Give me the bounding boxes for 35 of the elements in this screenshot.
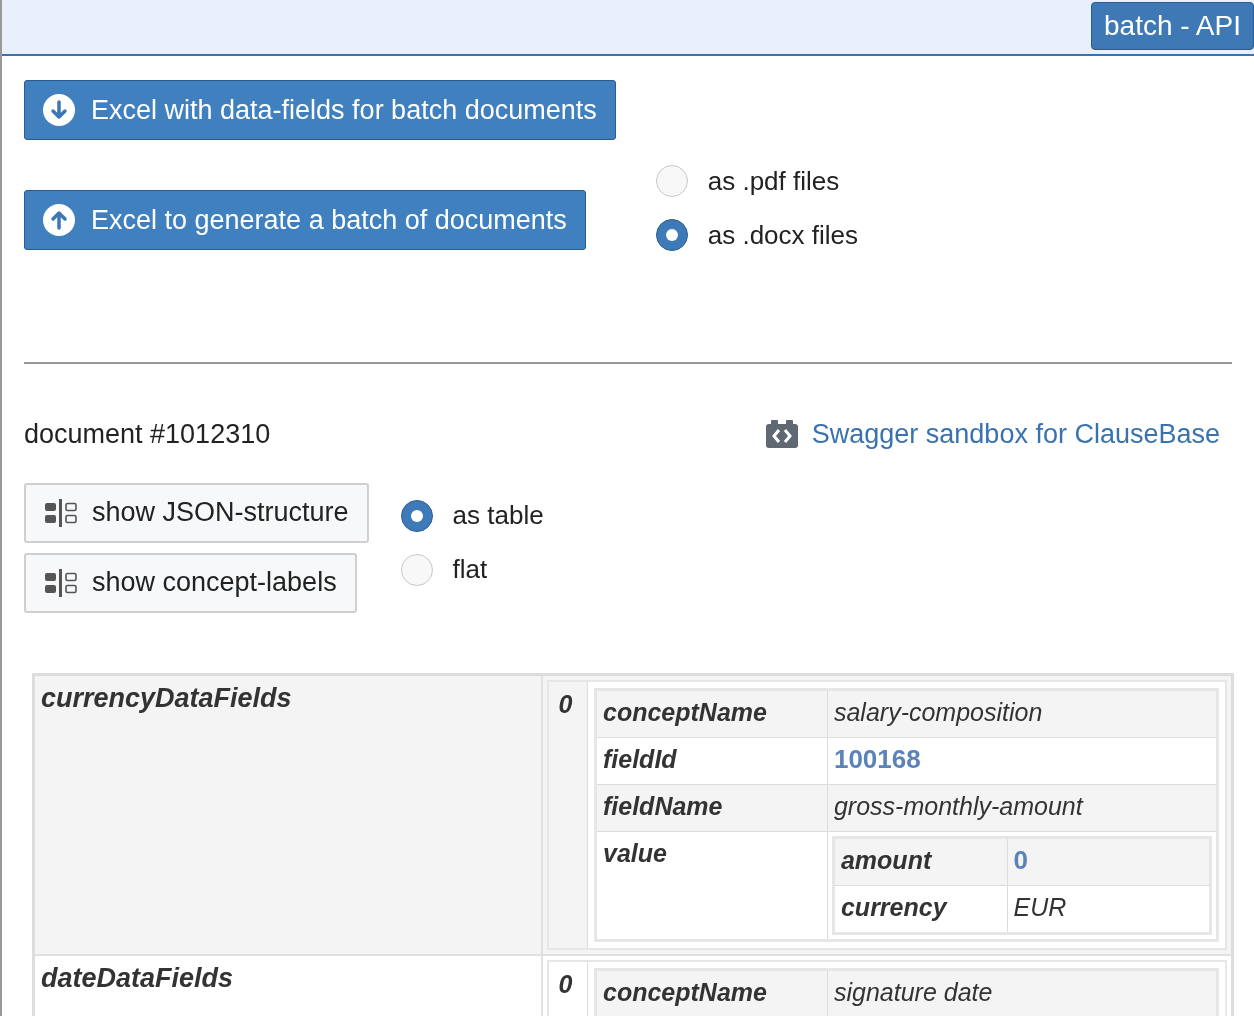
- radio-button[interactable]: [655, 219, 688, 251]
- download-excel-button[interactable]: Excel with data-fields for batch documents: [24, 80, 616, 140]
- download-icon: [43, 94, 75, 126]
- number-value: 100168: [833, 743, 921, 774]
- index-label: 0: [558, 969, 573, 998]
- field-name: conceptName: [603, 697, 767, 726]
- code-window-icon: [765, 420, 798, 449]
- text-value: signature date: [833, 977, 993, 1006]
- section-key: currencyDataFields: [41, 682, 292, 713]
- radio-label: as .docx files: [707, 218, 859, 252]
- upload-excel-button[interactable]: Excel to generate a batch of documents: [24, 190, 586, 250]
- index-label: 0: [558, 689, 573, 718]
- field-name: currency: [840, 892, 947, 921]
- text-value: EUR: [1013, 892, 1067, 921]
- columns-icon: [44, 567, 78, 598]
- view-toggle-button[interactable]: show JSON-structure: [24, 482, 369, 543]
- radio-label: as table: [452, 499, 544, 532]
- api-badge[interactable]: batch - API: [1091, 2, 1254, 50]
- field-name: fieldName: [603, 791, 723, 820]
- radio-button[interactable]: [400, 499, 433, 532]
- view-toggle-button[interactable]: show concept-labels: [24, 552, 357, 613]
- columns-icon: [44, 497, 78, 528]
- field-name: value: [603, 838, 667, 867]
- number-value: 0: [1013, 844, 1029, 875]
- field-name: conceptName: [603, 977, 767, 1006]
- document-title: document #1012310: [24, 418, 271, 451]
- section-key: dateDataFields: [41, 962, 234, 993]
- text-value: salary-composition: [833, 697, 1043, 726]
- sandbox-link[interactable]: Swagger sandbox for ClauseBase: [765, 414, 1220, 455]
- upload-icon: [43, 204, 75, 236]
- field-name: amount: [840, 845, 932, 874]
- text-value: gross-monthly-amount: [833, 791, 1083, 820]
- field-name: fieldId: [603, 744, 677, 773]
- radio-label: flat: [452, 553, 488, 586]
- radio-label: as .pdf files: [707, 164, 840, 198]
